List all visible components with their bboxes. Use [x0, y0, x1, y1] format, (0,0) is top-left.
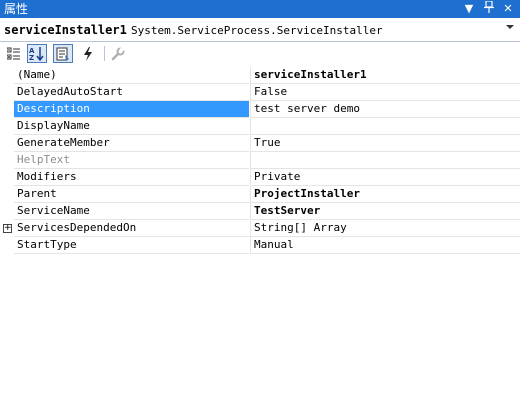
property-pages-button — [108, 44, 128, 63]
row-gutter — [0, 118, 14, 135]
object-selector[interactable]: serviceInstaller1 System.ServiceProcess.… — [0, 19, 520, 42]
property-row[interactable]: (Name) serviceInstaller1 — [0, 67, 520, 84]
row-gutter — [0, 186, 14, 203]
events-lightning-icon — [84, 46, 92, 61]
window-position-dropdown-icon[interactable]: ▼ — [461, 1, 477, 17]
property-row[interactable]: HelpText — [0, 152, 520, 169]
toolbar-separator — [104, 46, 105, 61]
row-gutter: + — [0, 220, 14, 237]
property-row[interactable]: ServiceName TestServer — [0, 203, 520, 220]
property-row[interactable]: Parent ProjectInstaller — [0, 186, 520, 203]
property-row[interactable]: DisplayName — [0, 118, 520, 135]
property-value[interactable]: test server demo — [250, 101, 520, 118]
property-name[interactable]: DelayedAutoStart — [14, 84, 249, 101]
object-type: System.ServiceProcess.ServiceInstaller — [131, 24, 383, 37]
chevron-down-icon[interactable] — [506, 25, 514, 29]
property-name[interactable]: ServiceName — [14, 203, 249, 220]
property-toolbar: A Z — [0, 42, 520, 66]
property-name[interactable]: ServicesDependedOn — [14, 220, 249, 237]
property-pages-wrench-icon — [111, 46, 125, 60]
property-value[interactable]: serviceInstaller1 — [250, 67, 520, 84]
row-gutter — [0, 237, 14, 254]
row-gutter — [0, 152, 14, 169]
close-icon[interactable]: ✕ — [500, 1, 516, 17]
events-button[interactable] — [78, 44, 98, 63]
property-row[interactable]: Description test server demo — [0, 101, 520, 118]
alphabetical-sort-icon: A Z — [29, 47, 44, 61]
property-value[interactable] — [250, 152, 520, 169]
property-value[interactable]: Private — [250, 169, 520, 186]
expand-plus-icon[interactable]: + — [3, 224, 12, 233]
row-gutter — [0, 203, 14, 220]
row-gutter — [0, 67, 14, 84]
alphabetical-button[interactable]: A Z — [27, 44, 47, 63]
property-name[interactable]: (Name) — [14, 67, 249, 84]
property-value[interactable]: False — [250, 84, 520, 101]
property-name[interactable]: HelpText — [14, 152, 249, 169]
categorized-icon — [7, 47, 20, 59]
properties-icon — [56, 47, 69, 60]
property-name[interactable]: DisplayName — [14, 118, 249, 135]
properties-button[interactable] — [53, 44, 73, 63]
property-grid: (Name) serviceInstaller1 DelayedAutoStart F… — [0, 67, 520, 397]
property-value[interactable]: True — [250, 135, 520, 152]
row-gutter — [0, 169, 14, 186]
property-name[interactable]: Modifiers — [14, 169, 249, 186]
property-row[interactable]: DelayedAutoStart False — [0, 84, 520, 101]
property-row[interactable]: StartType Manual — [0, 237, 520, 254]
property-value[interactable] — [250, 118, 520, 135]
property-name[interactable]: GenerateMember — [14, 135, 249, 152]
row-gutter — [0, 135, 14, 152]
property-name[interactable]: StartType — [14, 237, 249, 254]
row-gutter — [0, 84, 14, 101]
panel-title: 属性 — [4, 2, 29, 16]
property-name[interactable]: Description — [14, 101, 249, 118]
property-value[interactable]: TestServer — [250, 203, 520, 220]
row-gutter — [0, 101, 14, 118]
auto-hide-pin-icon[interactable] — [481, 0, 497, 17]
property-row[interactable]: + ServicesDependedOn String[] Array — [0, 220, 520, 237]
panel-title-bar: 属性 ▼ ✕ — [0, 0, 520, 18]
property-value[interactable]: String[] Array — [250, 220, 520, 237]
categorized-button[interactable] — [4, 44, 24, 63]
property-row[interactable]: GenerateMember True — [0, 135, 520, 152]
property-value[interactable]: ProjectInstaller — [250, 186, 520, 203]
property-row[interactable]: Modifiers Private — [0, 169, 520, 186]
object-name: serviceInstaller1 — [4, 23, 127, 37]
property-value[interactable]: Manual — [250, 237, 520, 254]
svg-text:Z: Z — [29, 54, 34, 61]
property-name[interactable]: Parent — [14, 186, 249, 203]
